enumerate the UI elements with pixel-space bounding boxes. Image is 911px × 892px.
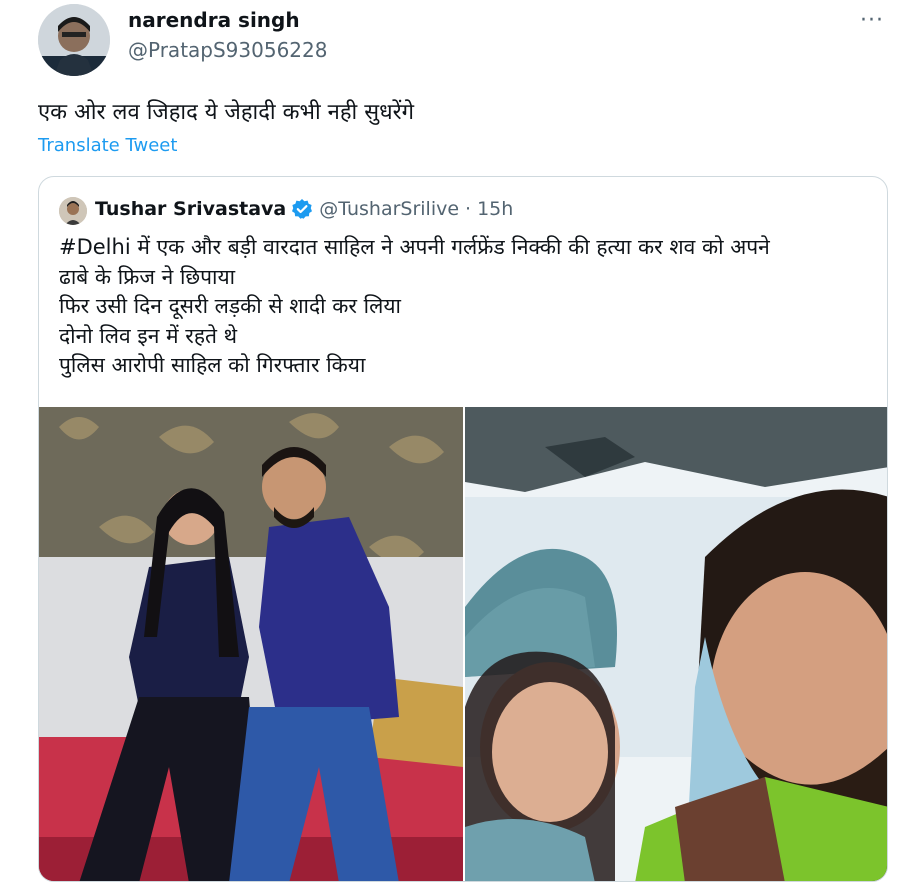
quoted-timestamp[interactable]: 15h — [477, 198, 513, 220]
quoted-author-handle[interactable]: @TusharSrilive — [319, 198, 459, 220]
quoted-text-line: दोनो लिव इन में रहते थे — [59, 323, 238, 348]
more-options-icon[interactable]: ··· — [860, 8, 884, 33]
quoted-text-line: ढाबे के फ्रिज ने छिपाया — [59, 264, 236, 289]
quoted-photo-1[interactable] — [39, 407, 463, 881]
header-separator: · — [465, 198, 472, 220]
quoted-text-line: #Delhi में एक और बड़ी वारदात साहिल ने अप… — [59, 235, 770, 259]
author-name[interactable]: narendra singh — [128, 8, 300, 32]
quoted-photo-2[interactable] — [465, 407, 887, 881]
tweet-text: एक ओर लव जिहाद ये जेहादी कभी नही सुधरेंग… — [38, 100, 415, 125]
quoted-header: Tushar Srivastava @TusharSrilive · 15h — [95, 198, 513, 220]
quoted-text-line: फिर उसी दिन दूसरी लड़की से शादी कर लिया — [59, 294, 401, 318]
verified-badge-icon — [291, 198, 313, 220]
quoted-author-avatar — [59, 197, 87, 225]
author-handle[interactable]: @PratapS93056228 — [128, 38, 327, 62]
quoted-author-name[interactable]: Tushar Srivastava — [95, 198, 286, 220]
quoted-text: #Delhi में एक और बड़ी वारदात साहिल ने अप… — [59, 233, 879, 381]
quoted-text-line: पुलिस आरोपी साहिल को गिरफ्तार किया — [59, 353, 366, 377]
translate-tweet-link[interactable]: Translate Tweet — [38, 135, 177, 156]
author-avatar[interactable] — [38, 4, 110, 76]
quoted-tweet-card[interactable]: Tushar Srivastava @TusharSrilive · 15h #… — [38, 176, 888, 882]
